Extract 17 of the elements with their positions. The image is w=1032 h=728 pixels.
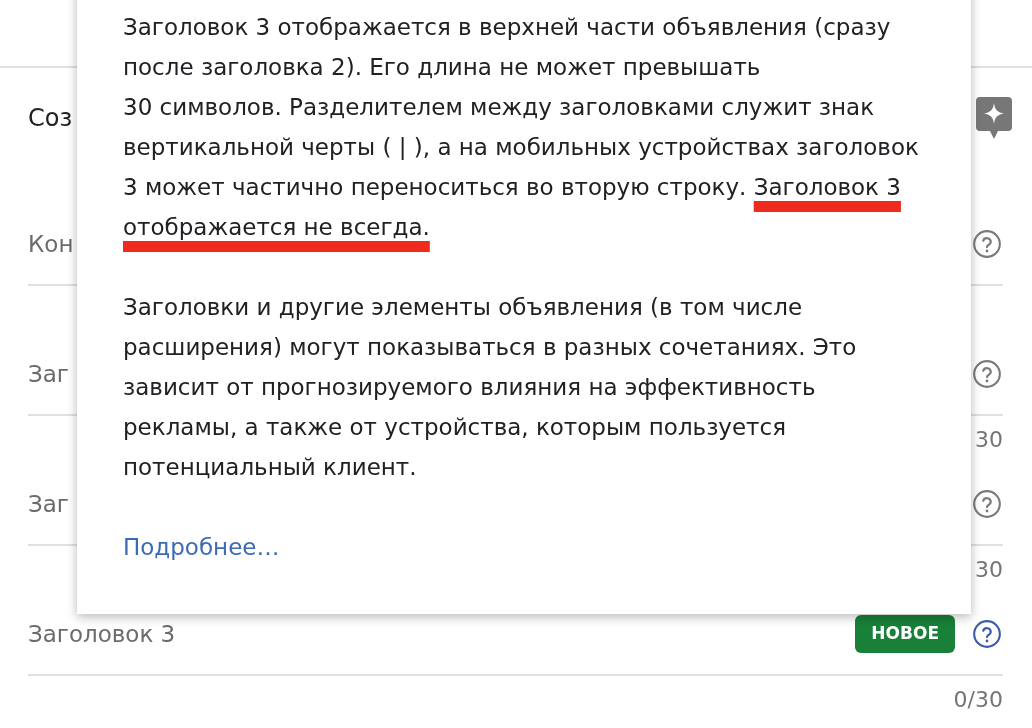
help-icon[interactable] bbox=[973, 360, 1001, 388]
help-icon[interactable] bbox=[973, 620, 1001, 648]
character-counter: 30 bbox=[975, 556, 1003, 584]
field-placeholder: Заг bbox=[28, 489, 69, 519]
field-placeholder: Заголовок 3 bbox=[28, 619, 176, 649]
field-placeholder: Кон bbox=[28, 229, 74, 259]
field-placeholder: Заг bbox=[28, 359, 69, 389]
learn-more-link[interactable]: Подробнее… bbox=[123, 534, 280, 560]
character-counter: 30 bbox=[975, 426, 1003, 454]
tooltip-paragraph: Заголовки и другие элементы объявления (в том числе расширения) могут показываться в разных сочетаниях. Это зависит от прогнозируемого влияния на эффективность рекламы, а также от устройства, которым пользуется потенциальный клиент. bbox=[123, 293, 858, 482]
character-counter: 0/30 bbox=[953, 686, 1003, 714]
tooltip-paragraph: Заголовок 3 отображается в верхней части объявления (сразу после заголовка 2). Его длина не может превышать 30 символов. Разделителем между заголовками служит знак вертикальной черты ( | ), а на мобильных устройствах заголовок 3 может частично переноситься во вторую строку. Заголовок 3 отображается не всегда. bbox=[123, 13, 920, 242]
section-title: Соз bbox=[28, 103, 73, 134]
help-icon[interactable] bbox=[973, 490, 1001, 518]
help-icon[interactable] bbox=[973, 230, 1001, 258]
sparkle-icon[interactable] bbox=[976, 97, 1012, 139]
new-badge: НОВОЕ bbox=[855, 615, 955, 653]
